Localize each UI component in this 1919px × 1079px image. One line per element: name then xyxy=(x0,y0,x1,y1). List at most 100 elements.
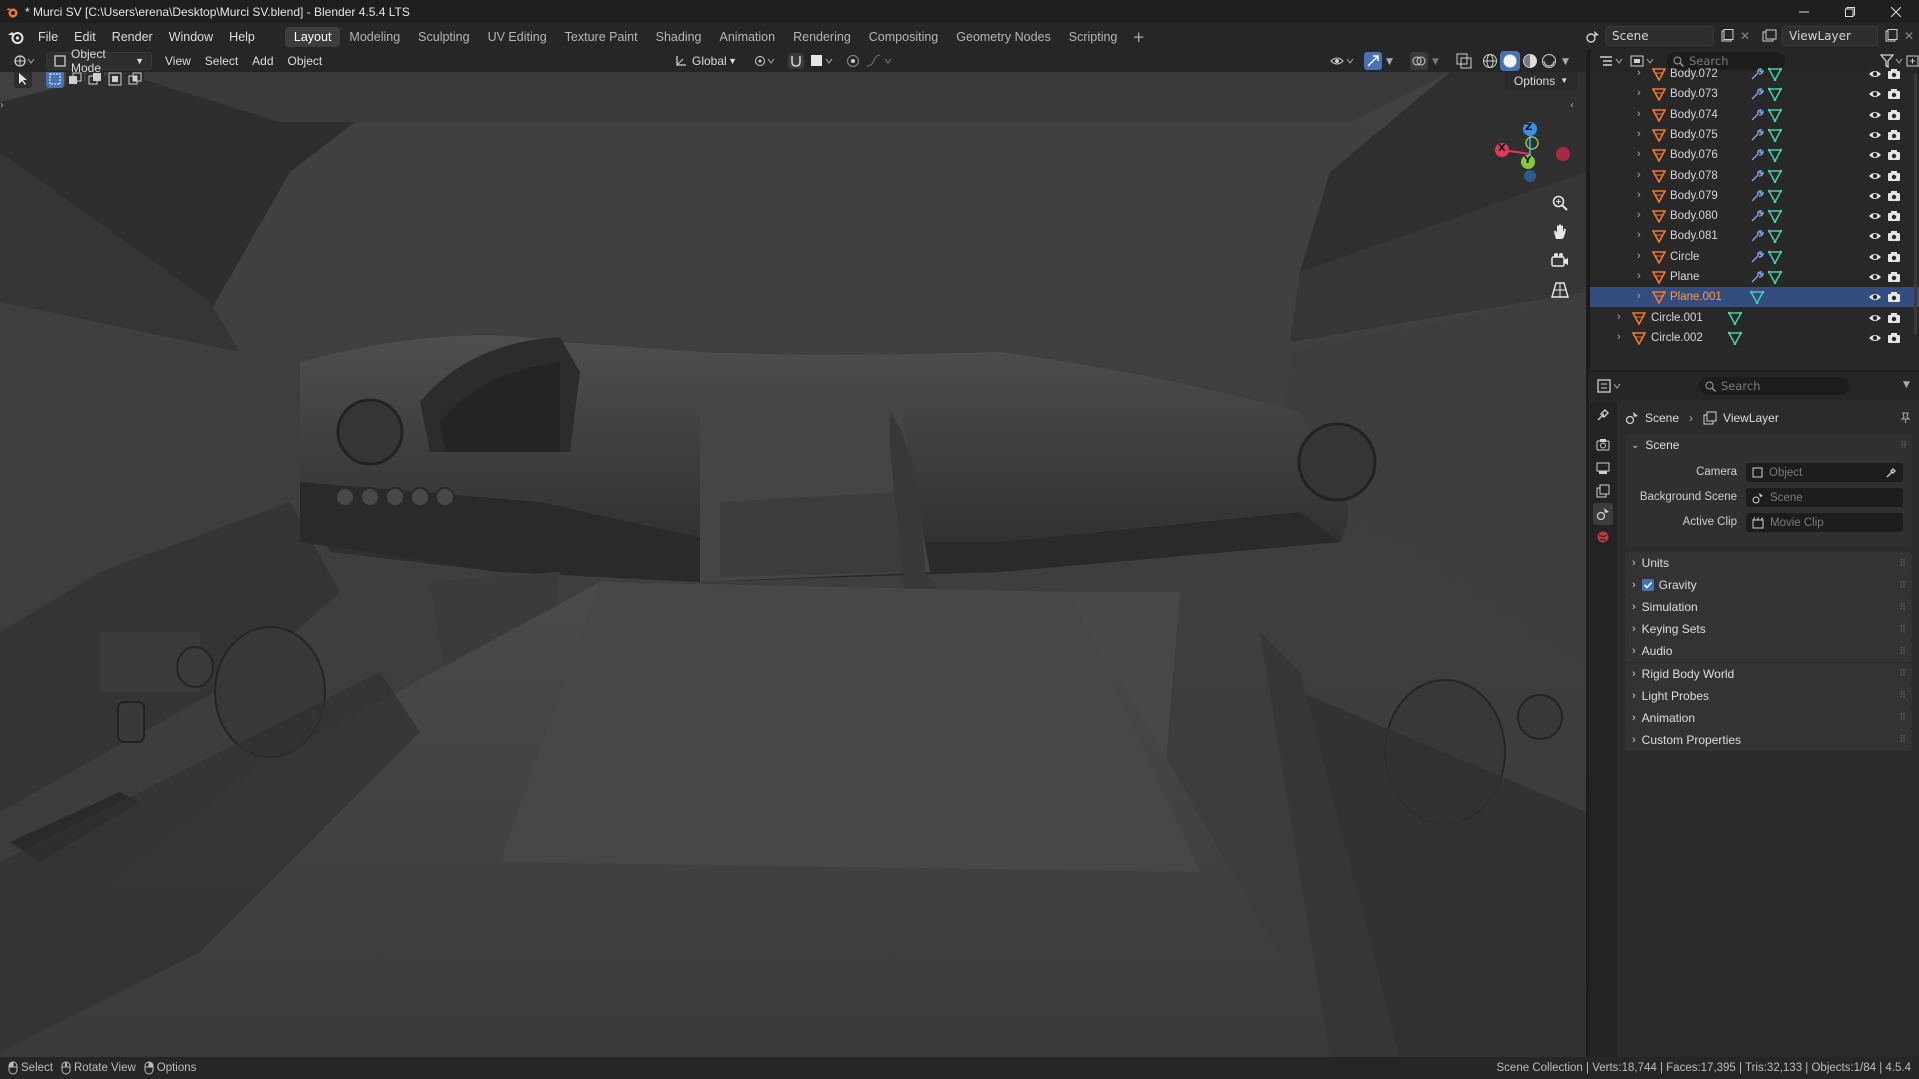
close-window-button[interactable] xyxy=(1873,0,1919,23)
eye-visibility-icon[interactable] xyxy=(1868,88,1882,100)
eyedropper-icon[interactable] xyxy=(1885,467,1897,479)
wrench-modifier-icon[interactable] xyxy=(1750,250,1764,264)
camera-render-icon[interactable] xyxy=(1887,189,1901,203)
drag-handle-icon[interactable]: ⠿ xyxy=(1899,690,1906,701)
panel-light-probes[interactable]: › Light Probes ⠿ xyxy=(1625,684,1912,707)
menu-object[interactable]: Object xyxy=(281,52,330,70)
gizmo-dropdown-icon[interactable]: ▼ xyxy=(1386,57,1393,67)
tab-rendering[interactable]: Rendering xyxy=(784,27,860,47)
eye-visibility-icon[interactable] xyxy=(1868,109,1882,121)
camera-render-icon[interactable] xyxy=(1887,229,1901,243)
options-button[interactable]: Options ▼ xyxy=(1505,72,1577,90)
wrench-modifier-icon[interactable] xyxy=(1750,169,1764,183)
delete-scene-icon[interactable]: ✕ xyxy=(1740,29,1750,43)
select-extend-icon[interactable] xyxy=(66,72,84,88)
wrench-modifier-icon[interactable] xyxy=(1750,229,1764,243)
drag-handle-icon[interactable]: ⠿ xyxy=(1900,440,1907,451)
outliner-scrollbar[interactable] xyxy=(1914,74,1917,334)
eye-visibility-icon[interactable] xyxy=(1868,190,1882,202)
xray-toggle-icon[interactable] xyxy=(1456,53,1472,69)
outliner-row[interactable]: › Body.078 xyxy=(1590,166,1919,186)
panel-keying-sets[interactable]: › Keying Sets ⠿ xyxy=(1625,618,1912,641)
outliner-row[interactable]: › Plane xyxy=(1590,267,1919,287)
select-invert-icon[interactable] xyxy=(106,72,124,88)
new-view-layer-icon[interactable] xyxy=(1884,29,1898,43)
expand-arrow-icon[interactable]: › xyxy=(1637,209,1641,221)
wireframe-shading-icon[interactable] xyxy=(1482,53,1498,69)
outliner-row[interactable]: › Body.074 xyxy=(1590,105,1919,125)
wrench-modifier-icon[interactable] xyxy=(1750,67,1764,81)
tab-scene[interactable] xyxy=(1593,503,1613,525)
outliner-item-name[interactable]: Circle.001 xyxy=(1651,312,1703,324)
transform-orientation-dropdown[interactable]: Global ▼ xyxy=(668,52,744,70)
mesh-data-icon[interactable] xyxy=(1768,189,1782,203)
mesh-data-icon[interactable] xyxy=(1768,209,1782,224)
eye-visibility-icon[interactable] xyxy=(1868,149,1882,161)
expand-arrow-icon[interactable]: › xyxy=(1637,290,1641,302)
sidebar-toggle-icon[interactable]: ‹ xyxy=(1570,100,1574,111)
drag-handle-icon[interactable]: ⠿ xyxy=(1899,646,1906,657)
view-layer-name-field[interactable]: ViewLayer xyxy=(1782,26,1878,46)
menu-add[interactable]: Add xyxy=(245,52,280,70)
panel-custom-properties[interactable]: › Custom Properties ⠿ xyxy=(1625,728,1912,751)
add-workspace-icon[interactable]: + xyxy=(1132,28,1145,46)
select-subtract-icon[interactable] xyxy=(86,72,104,88)
select-cursor-icon[interactable] xyxy=(14,72,32,88)
outliner-row[interactable]: › Circle xyxy=(1590,247,1919,267)
outliner-row[interactable]: › Body.076 xyxy=(1590,145,1919,165)
snap-toggle-icon[interactable] xyxy=(788,53,804,69)
outliner-item-name[interactable]: Body.073 xyxy=(1670,88,1718,100)
solid-shading-icon[interactable] xyxy=(1500,51,1520,71)
eye-visibility-icon[interactable] xyxy=(1868,129,1882,141)
outliner-item-name[interactable]: Plane.001 xyxy=(1670,291,1722,303)
snap-target-icon[interactable] xyxy=(810,54,834,68)
outliner-item-name[interactable]: Body.079 xyxy=(1670,190,1718,202)
menu-select[interactable]: Select xyxy=(198,52,245,70)
selectability-visibility-icon[interactable] xyxy=(1330,54,1356,68)
mesh-data-icon[interactable] xyxy=(1768,128,1782,142)
wrench-modifier-icon[interactable] xyxy=(1750,87,1764,101)
camera-render-icon[interactable] xyxy=(1887,108,1901,122)
tab-compositing[interactable]: Compositing xyxy=(860,27,947,47)
chevron-down-icon[interactable]: ▼ xyxy=(1903,380,1910,390)
maximize-button[interactable] xyxy=(1827,0,1873,23)
drag-handle-icon[interactable]: ⠿ xyxy=(1899,734,1906,745)
pivot-point-icon[interactable] xyxy=(754,54,776,68)
panel-rigid-body-world[interactable]: › Rigid Body World ⠿ xyxy=(1625,662,1912,685)
expand-arrow-icon[interactable]: › xyxy=(1637,108,1641,120)
rendered-shading-icon[interactable] xyxy=(1541,53,1557,69)
3d-viewport[interactable]: Options ▼ Z X Y ‹ › xyxy=(0,72,1586,1057)
camera-render-icon[interactable] xyxy=(1887,67,1901,81)
expand-arrow-icon[interactable]: › xyxy=(1637,250,1641,262)
eye-visibility-icon[interactable] xyxy=(1868,68,1882,80)
mode-dropdown[interactable]: Object Mode ▼ xyxy=(46,47,152,75)
eye-visibility-icon[interactable] xyxy=(1868,291,1882,303)
camera-render-icon[interactable] xyxy=(1887,128,1901,142)
mesh-data-icon[interactable] xyxy=(1768,148,1782,163)
falloff-icon[interactable] xyxy=(866,54,894,68)
scene-selector[interactable]: Scene ✕ xyxy=(1585,26,1750,46)
menu-help[interactable]: Help xyxy=(221,30,263,44)
tab-tool[interactable] xyxy=(1593,404,1613,426)
outliner-item-name[interactable]: Body.078 xyxy=(1670,170,1718,182)
tab-sculpting[interactable]: Sculpting xyxy=(409,27,478,47)
gizmo-toggle-icon[interactable] xyxy=(1364,52,1382,70)
wrench-modifier-icon[interactable] xyxy=(1750,128,1764,142)
expand-arrow-icon[interactable]: › xyxy=(1637,169,1641,181)
outliner-row[interactable]: › Body.079 xyxy=(1590,186,1919,206)
expand-arrow-icon[interactable]: › xyxy=(1617,311,1621,323)
camera-render-icon[interactable] xyxy=(1887,270,1901,284)
menu-view[interactable]: View xyxy=(158,52,198,70)
drag-handle-icon[interactable]: ⠿ xyxy=(1899,580,1906,591)
material-preview-shading-icon[interactable] xyxy=(1522,53,1538,69)
camera-render-icon[interactable] xyxy=(1887,169,1901,183)
mesh-data-icon[interactable] xyxy=(1768,87,1782,102)
panel-audio[interactable]: › Audio ⠿ xyxy=(1625,640,1912,663)
toolbar-toggle-icon[interactable]: › xyxy=(0,100,4,111)
proportional-edit-icon[interactable] xyxy=(846,54,860,68)
eye-visibility-icon[interactable] xyxy=(1868,210,1882,222)
properties-search-input[interactable]: Search xyxy=(1699,377,1849,395)
wrench-modifier-icon[interactable] xyxy=(1750,270,1764,284)
outliner-item-name[interactable]: Body.074 xyxy=(1670,109,1718,121)
perspective-toggle-icon[interactable] xyxy=(1551,281,1569,299)
